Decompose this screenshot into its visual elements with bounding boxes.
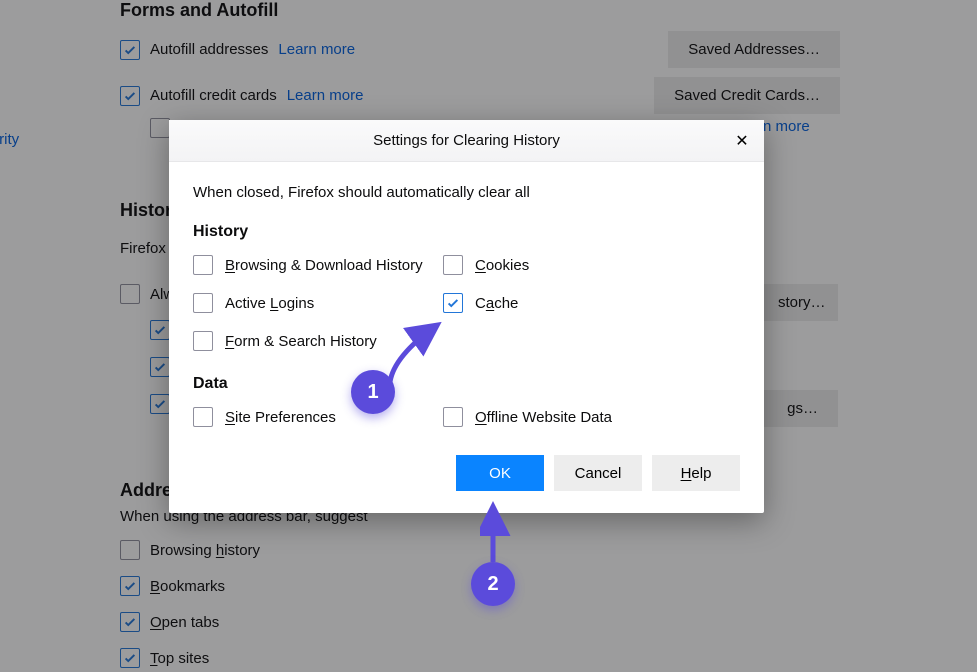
option-browsing-history[interactable]: Browsing & Download History bbox=[193, 255, 443, 275]
option-site-preferences[interactable]: Site Preferences bbox=[193, 407, 443, 427]
help-button[interactable]: Help bbox=[652, 455, 740, 491]
checkbox-siteprefs[interactable] bbox=[193, 407, 213, 427]
option-cache[interactable]: Cache bbox=[443, 293, 740, 313]
option-active-logins[interactable]: Active Logins bbox=[193, 293, 443, 313]
dialog-title: Settings for Clearing History bbox=[373, 132, 560, 149]
dialog-header: Settings for Clearing History ✕ bbox=[169, 120, 764, 162]
dialog-close-button[interactable]: ✕ bbox=[726, 125, 758, 157]
label-cookies: Cookies bbox=[475, 257, 529, 274]
label-cache: Cache bbox=[475, 295, 518, 312]
annotation-badge-1: 1 bbox=[351, 370, 395, 414]
annotation-badge-2: 2 bbox=[471, 562, 515, 606]
checkbox-cookies[interactable] bbox=[443, 255, 463, 275]
data-options-grid: Site Preferences Offline Website Data bbox=[193, 407, 740, 427]
checkbox-cache[interactable] bbox=[443, 293, 463, 313]
dialog-button-row: OK Cancel Help bbox=[169, 451, 764, 513]
help-rest: elp bbox=[691, 465, 711, 482]
cancel-button[interactable]: Cancel bbox=[554, 455, 642, 491]
option-cookies[interactable]: Cookies bbox=[443, 255, 740, 275]
help-underline: H bbox=[681, 465, 692, 482]
label-formhist: Form & Search History bbox=[225, 333, 377, 350]
option-form-search-history[interactable]: Form & Search History bbox=[193, 331, 443, 351]
label-logins: Active Logins bbox=[225, 295, 314, 312]
dialog-intro-text: When closed, Firefox should automaticall… bbox=[193, 184, 740, 201]
dialog-section-data: Data bbox=[193, 375, 740, 393]
ok-button[interactable]: OK bbox=[456, 455, 544, 491]
dialog-section-history: History bbox=[193, 223, 740, 241]
option-offline-data[interactable]: Offline Website Data bbox=[443, 407, 740, 427]
history-options-grid: Browsing & Download History Cookies Acti… bbox=[193, 255, 740, 351]
close-icon: ✕ bbox=[735, 131, 748, 151]
checkbox-formhist[interactable] bbox=[193, 331, 213, 351]
checkbox-offline[interactable] bbox=[443, 407, 463, 427]
clear-history-dialog: Settings for Clearing History ✕ When clo… bbox=[169, 120, 764, 513]
label-siteprefs: Site Preferences bbox=[225, 409, 336, 426]
label-browsing: Browsing & Download History bbox=[225, 257, 423, 274]
checkbox-browsing[interactable] bbox=[193, 255, 213, 275]
label-offline: Offline Website Data bbox=[475, 409, 612, 426]
checkbox-logins[interactable] bbox=[193, 293, 213, 313]
